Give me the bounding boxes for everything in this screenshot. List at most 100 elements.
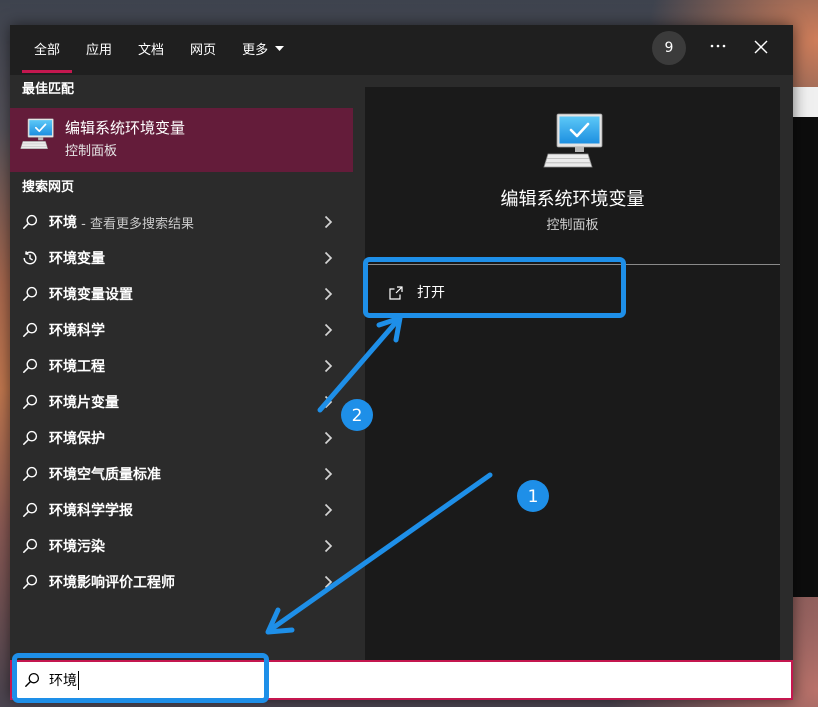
chevron-right-icon[interactable] [320,466,336,482]
suggestion-label: 环境片变量 [49,395,119,411]
text-cursor [78,670,79,690]
open-action[interactable]: 打开 [365,275,780,311]
web-suggestion-item[interactable]: 环境空气质量标准 [10,456,353,492]
preview-divider [365,264,780,265]
close-icon [754,39,768,58]
search-icon [22,286,38,302]
suggestion-text: 环境片变量 [49,384,119,420]
tab-all[interactable]: 全部 [21,25,73,75]
web-suggestion-item[interactable]: 环境片变量 [10,384,353,420]
search-input-value: 环境 [49,673,77,689]
chevron-right-icon[interactable] [320,430,336,446]
suggestion-label: 环境工程 [49,359,105,375]
chevron-right-icon[interactable] [320,250,336,266]
search-icon [22,502,38,518]
open-icon [388,285,404,301]
chevron-right-icon[interactable] [320,286,336,302]
suggestion-label: 环境科学学报 [49,503,133,519]
tab-label: 更多 [242,42,269,58]
search-panel: 全部 应用 文档 网页 更多 9 最佳匹配 编辑系统环境变量 控制面板 搜索网页… [10,25,793,700]
web-suggestions-list: 环境 - 查看更多搜索结果环境变量环境变量设置 环境科学环境工程环境片变量环境保护… [10,204,353,600]
suggestion-label: 环境空气质量标准 [49,467,161,483]
tab-label: 网页 [190,42,217,58]
tab-label: 文档 [138,42,165,58]
computer-monitor-icon [543,113,603,169]
chevron-right-icon[interactable] [320,574,336,590]
suggestion-label: 环境保护 [49,431,105,447]
rewards-badge[interactable]: 9 [652,31,686,65]
best-match-header: 最佳匹配 [22,82,75,97]
preview-card: 编辑系统环境变量 控制面板 打开 [365,87,780,660]
best-match-item[interactable]: 编辑系统环境变量 控制面板 [10,108,353,172]
suggestion-text: 环境科学学报 [49,492,133,528]
search-icon [22,322,38,338]
suggestion-label: 环境变量 [49,251,105,267]
suggestion-text: 环境 - 查看更多搜索结果 [49,204,194,240]
search-icon [24,672,40,688]
rewards-count: 9 [664,40,674,56]
suggestion-text: 环境空气质量标准 [49,456,161,492]
web-suggestion-item[interactable]: 环境科学学报 [10,492,353,528]
search-icon [22,538,38,554]
web-suggestion-item[interactable]: 环境科学 [10,312,353,348]
search-icon [22,394,38,410]
scope-tabs: 全部 应用 文档 网页 更多 [21,25,297,75]
suggestion-text: 环境变量设置 [49,276,133,312]
search-icon [22,466,38,482]
search-icon [22,214,38,230]
suggestion-text: 环境变量 [49,240,105,276]
search-scope-bar: 全部 应用 文档 网页 更多 9 [10,25,793,75]
suggestion-text: 环境工程 [49,348,105,384]
web-suggestion-item[interactable]: 环境保护 [10,420,353,456]
suggestion-text: 环境影响评价工程师 [49,564,175,600]
suggestion-text: 环境保护 [49,420,105,456]
search-icon [22,430,38,446]
search-icon [22,358,38,374]
chevron-right-icon[interactable] [320,502,336,518]
web-suggestion-item[interactable]: 环境 - 查看更多搜索结果 [10,204,353,240]
more-options-button[interactable] [703,33,733,63]
ellipsis-icon [709,38,727,58]
history-icon [22,250,38,266]
tab-more[interactable]: 更多 [229,25,297,75]
web-suggestion-item[interactable]: 环境变量设置 [10,276,353,312]
tab-documents[interactable]: 文档 [125,25,177,75]
suggestion-text: 环境科学 [49,312,105,348]
best-match-subtitle: 控制面板 [65,144,118,159]
suggestion-label: 环境污染 [49,539,105,555]
computer-monitor-icon [20,118,54,150]
chevron-right-icon[interactable] [320,538,336,554]
tab-apps[interactable]: 应用 [73,25,125,75]
search-input[interactable]: 环境 [49,662,79,698]
tab-web[interactable]: 网页 [177,25,229,75]
suggestion-label: 环境影响评价工程师 [49,575,175,591]
chevron-right-icon[interactable] [320,214,336,230]
suggestion-label: 环境变量设置 [49,287,133,303]
web-suggestion-item[interactable]: 环境污染 [10,528,353,564]
web-suggestion-item[interactable]: 环境工程 [10,348,353,384]
web-suggestion-item[interactable]: 环境变量 [10,240,353,276]
preview-subtitle: 控制面板 [546,218,599,233]
preview-title: 编辑系统环境变量 [500,189,645,210]
suggestion-text: 环境污染 [49,528,105,564]
background-window [793,87,818,597]
suggestion-label: 环境 [49,215,77,231]
web-search-header: 搜索网页 [22,180,75,195]
web-suggestion-item[interactable]: 环境影响评价工程师 [10,564,353,600]
chevron-right-icon[interactable] [320,322,336,338]
dropdown-arrow-icon [275,45,285,51]
background-window-titlebar [793,87,818,117]
chevron-right-icon[interactable] [320,394,336,410]
preview-pane: 编辑系统环境变量 控制面板 打开 [353,75,793,660]
best-match-title: 编辑系统环境变量 [65,119,186,137]
search-icon [22,574,38,590]
suggestion-hint: - 查看更多搜索结果 [77,216,194,232]
chevron-right-icon[interactable] [320,358,336,374]
close-button[interactable] [746,33,776,63]
results-list-pane: 最佳匹配 编辑系统环境变量 控制面板 搜索网页 环境 - 查看更多搜索结果环境变… [10,75,353,660]
tab-label: 应用 [86,42,113,58]
tab-label: 全部 [34,42,61,58]
search-box[interactable]: 环境 [10,660,793,700]
suggestion-label: 环境科学 [49,323,105,339]
open-action-label: 打开 [417,285,445,301]
